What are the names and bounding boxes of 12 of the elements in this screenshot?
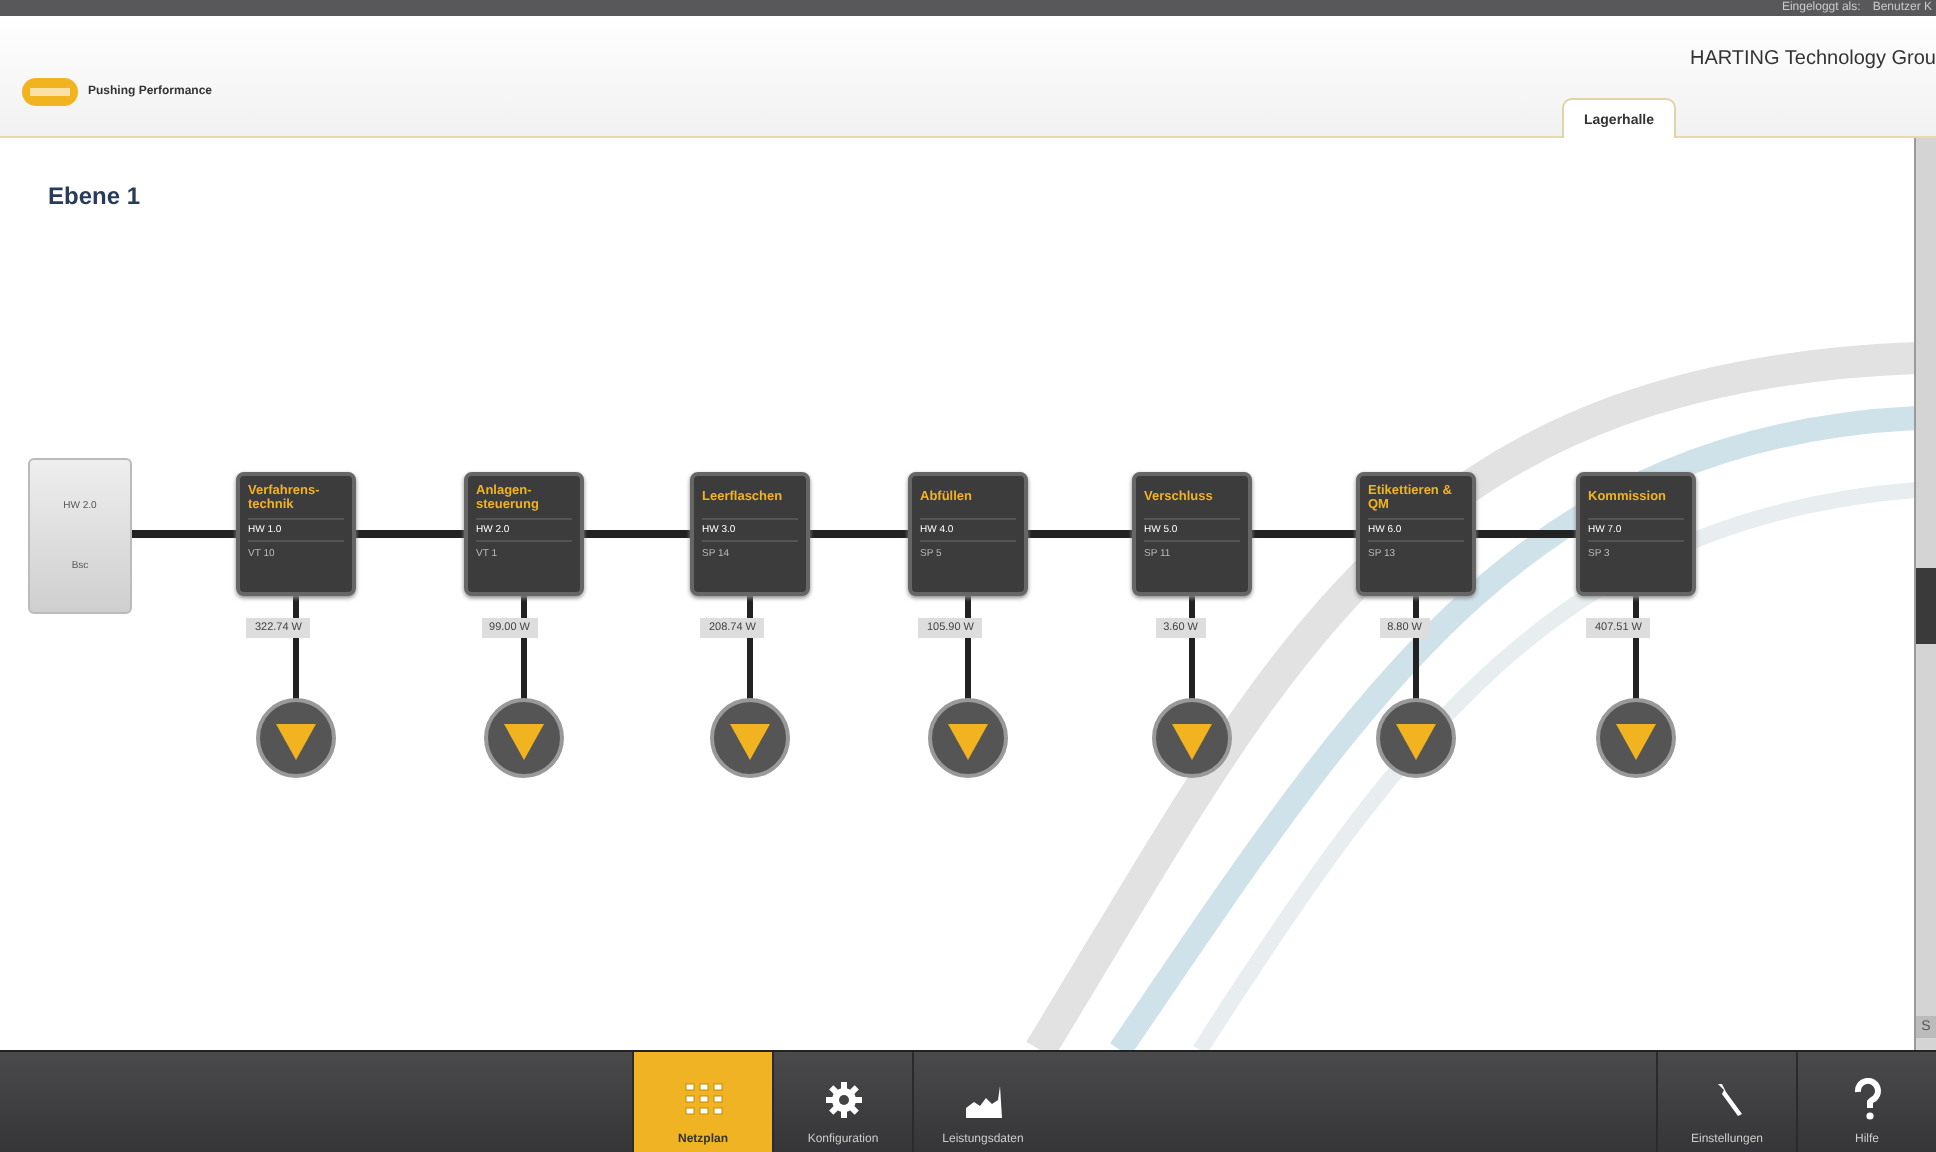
device-drawing: [1376, 698, 1456, 778]
device-drawing: [256, 698, 336, 778]
panel-handle[interactable]: [1916, 568, 1936, 644]
device-drawing: [484, 698, 564, 778]
device-drawing: [928, 698, 1008, 778]
gear-icon: [821, 1078, 865, 1122]
company-name: HARTING Technology Grou: [1689, 46, 1936, 70]
logo-icon: [20, 76, 80, 108]
device-drawing: [1596, 698, 1676, 778]
level-title: Ebene 1: [48, 182, 141, 210]
device-drawing: [1152, 698, 1232, 778]
device-drawing: [710, 698, 790, 778]
